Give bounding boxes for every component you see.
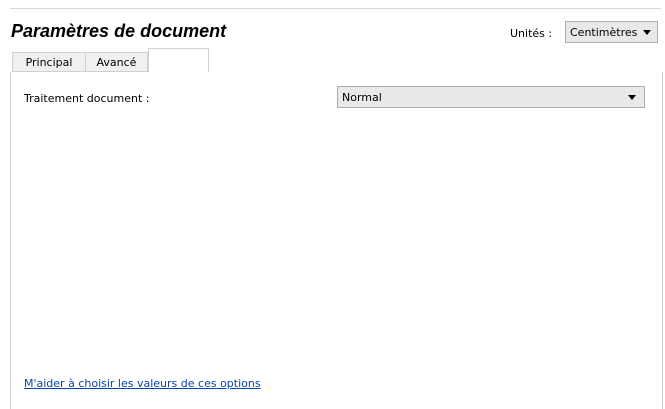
chevron-down-icon — [643, 30, 651, 35]
page-title: Paramètres de document — [11, 21, 227, 41]
help-link[interactable]: M'aider à choisir les valeurs de ces opt… — [24, 377, 261, 390]
tab-panel — [10, 72, 663, 409]
tab-principal-label: Principal — [25, 55, 73, 69]
top-divider — [10, 8, 661, 9]
units-select[interactable]: Centimètres — [565, 21, 658, 43]
units-label: Unités : — [510, 27, 553, 40]
tab-principal[interactable]: Principal — [12, 52, 85, 72]
chevron-down-icon — [628, 95, 636, 100]
processing-label: Traitement document : — [24, 92, 150, 105]
tab-avance[interactable]: Avancé — [85, 52, 148, 72]
processing-select-value: Normal — [342, 90, 382, 104]
units-select-value: Centimètres — [570, 25, 638, 39]
processing-select[interactable]: Normal — [337, 86, 645, 108]
tab-active-empty[interactable] — [148, 48, 209, 73]
tab-avance-label: Avancé — [96, 55, 137, 69]
